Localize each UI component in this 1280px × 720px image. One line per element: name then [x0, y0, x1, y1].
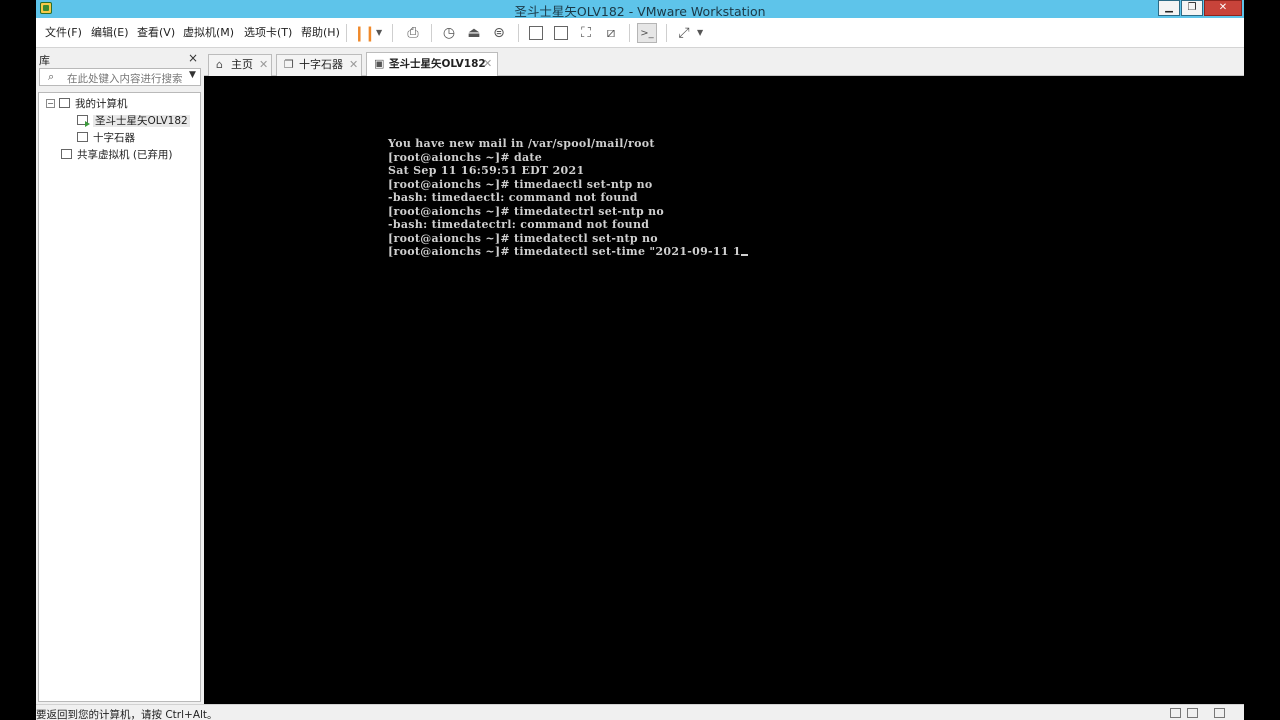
library-view-icon[interactable] [529, 26, 543, 40]
search-icon: ⌕ [48, 70, 55, 83]
console-line: [root@aionchs ~]# timedatectrl set-ntp n… [388, 205, 665, 218]
menu-edit[interactable]: 编辑(E) [91, 24, 129, 40]
toolbar-separator [629, 24, 630, 42]
toolbar-separator [392, 24, 393, 42]
menu-help[interactable]: 帮助(H) [301, 24, 340, 40]
library-title: 库 [39, 54, 50, 67]
vm-running-icon [77, 115, 90, 127]
console-line: -bash: timedatectrl: command not found [388, 218, 650, 231]
vm-console[interactable]: You have new mail in /var/spool/mail/roo… [204, 76, 1244, 704]
tab-strip: ⌂ 主页 ✕ ❐ 十字石器 ✕ ▣ 圣斗士星矢OLV182 ✕ [204, 48, 1244, 76]
console-line: Sat Sep 11 16:59:51 EDT 2021 [388, 164, 585, 177]
send-keys-icon[interactable]: ⎙ [403, 23, 423, 43]
tab-olv182[interactable]: ▣ 圣斗士星矢OLV182 ✕ [366, 52, 498, 76]
toolbar-separator [518, 24, 519, 42]
chevron-down-icon[interactable]: ▼ [697, 24, 703, 42]
snapshot-manager-icon[interactable]: ⊜ [489, 23, 509, 43]
search-placeholder: 在此处键入内容进行搜索 [67, 73, 183, 85]
vm-icon: ❐ [284, 58, 294, 71]
collapse-icon[interactable]: − [46, 99, 55, 108]
status-bar: 要返回到您的计算机，请按 Ctrl+Alt。 [36, 704, 1244, 720]
console-line: [root@aionchs ~]# timedatectl set-ntp no [388, 232, 658, 245]
unity-icon[interactable]: ⧄ [601, 23, 621, 43]
console-line: -bash: timedaectl: command not found [388, 191, 638, 204]
revert-snapshot-icon[interactable]: ⏏ [464, 23, 484, 43]
vm-running-icon: ▣ [374, 57, 385, 70]
menu-tabs[interactable]: 选项卡(T) [244, 24, 292, 40]
console-line: [root@aionchs ~]# timedaectl set-ntp no [388, 178, 653, 191]
console-line-text: [root@aionchs ~]# timedatectl set-time "… [388, 245, 741, 258]
menu-vm[interactable]: 虚拟机(M) [183, 24, 234, 40]
menu-view[interactable]: 查看(V) [137, 24, 175, 40]
menu-toolbar: 文件(F) 编辑(E) 查看(V) 虚拟机(M) 选项卡(T) 帮助(H) ❙❙… [36, 18, 1244, 48]
network-icon[interactable] [1187, 708, 1198, 718]
console-line: [root@aionchs ~]# date [388, 151, 543, 164]
tree-item-vm-olv182[interactable]: 圣斗士星矢OLV182 [77, 113, 190, 129]
library-search-input[interactable]: ⌕ 在此处键入内容进行搜索 ▼ [39, 68, 201, 86]
message-icon[interactable] [1214, 708, 1225, 718]
tree-item-vm-shiziqi[interactable]: 十字石器 [77, 130, 135, 146]
vm-tree: − 我的计算机 圣斗士星矢OLV182 十字石器 共享虚拟机 (已弃用) [38, 92, 201, 702]
toolbar-separator [431, 24, 432, 42]
toolbar-separator [346, 24, 347, 42]
fullscreen-icon[interactable]: ⛶ [576, 23, 596, 43]
close-icon[interactable]: ✕ [259, 55, 268, 75]
chevron-down-icon[interactable]: ▼ [376, 24, 382, 42]
computer-icon [59, 98, 70, 108]
minimize-button[interactable]: ▁ [1158, 0, 1180, 16]
close-window-button[interactable]: ✕ [1204, 0, 1242, 16]
library-close-button[interactable]: × [188, 51, 198, 65]
snapshot-icon[interactable]: ◷ [439, 23, 459, 43]
title-bar: 圣斗士星矢OLV182 - VMware Workstation ▁ ❐ ✕ [36, 0, 1244, 19]
tab-home[interactable]: ⌂ 主页 ✕ [208, 54, 272, 76]
toolbar-separator [666, 24, 667, 42]
tab-shiziqi[interactable]: ❐ 十字石器 ✕ [276, 54, 362, 76]
vmware-window: 圣斗士星矢OLV182 - VMware Workstation ▁ ❐ ✕ 文… [36, 0, 1244, 720]
home-icon: ⌂ [216, 58, 223, 71]
stretch-icon[interactable]: ⤢ [674, 23, 694, 43]
thumbnail-view-icon[interactable] [554, 26, 568, 40]
vm-icon [77, 132, 88, 142]
shared-vm-icon [61, 149, 72, 159]
console-line: You have new mail in /var/spool/mail/roo… [388, 137, 655, 150]
tree-item-shared-vms[interactable]: 共享虚拟机 (已弃用) [61, 147, 173, 163]
tree-item-my-computer[interactable]: − 我的计算机 [46, 96, 128, 112]
hard-disk-icon[interactable] [1170, 708, 1181, 718]
console-line-current: [root@aionchs ~]# timedatectl set-time "… [388, 245, 748, 259]
menu-file[interactable]: 文件(F) [45, 24, 82, 40]
pause-icon[interactable]: ❙❙ [353, 23, 376, 43]
close-icon[interactable]: ✕ [483, 53, 492, 75]
text-cursor [740, 246, 748, 256]
maximize-button[interactable]: ❐ [1181, 0, 1203, 16]
chevron-down-icon[interactable]: ▼ [189, 70, 196, 80]
close-icon[interactable]: ✕ [349, 55, 358, 75]
console-view-icon[interactable]: >_ [637, 23, 657, 43]
status-message: 要返回到您的计算机，请按 Ctrl+Alt。 [36, 709, 218, 720]
library-panel: 库 × ⌕ 在此处键入内容进行搜索 ▼ − 我的计算机 圣斗士星矢OLV182 十… [36, 48, 203, 704]
